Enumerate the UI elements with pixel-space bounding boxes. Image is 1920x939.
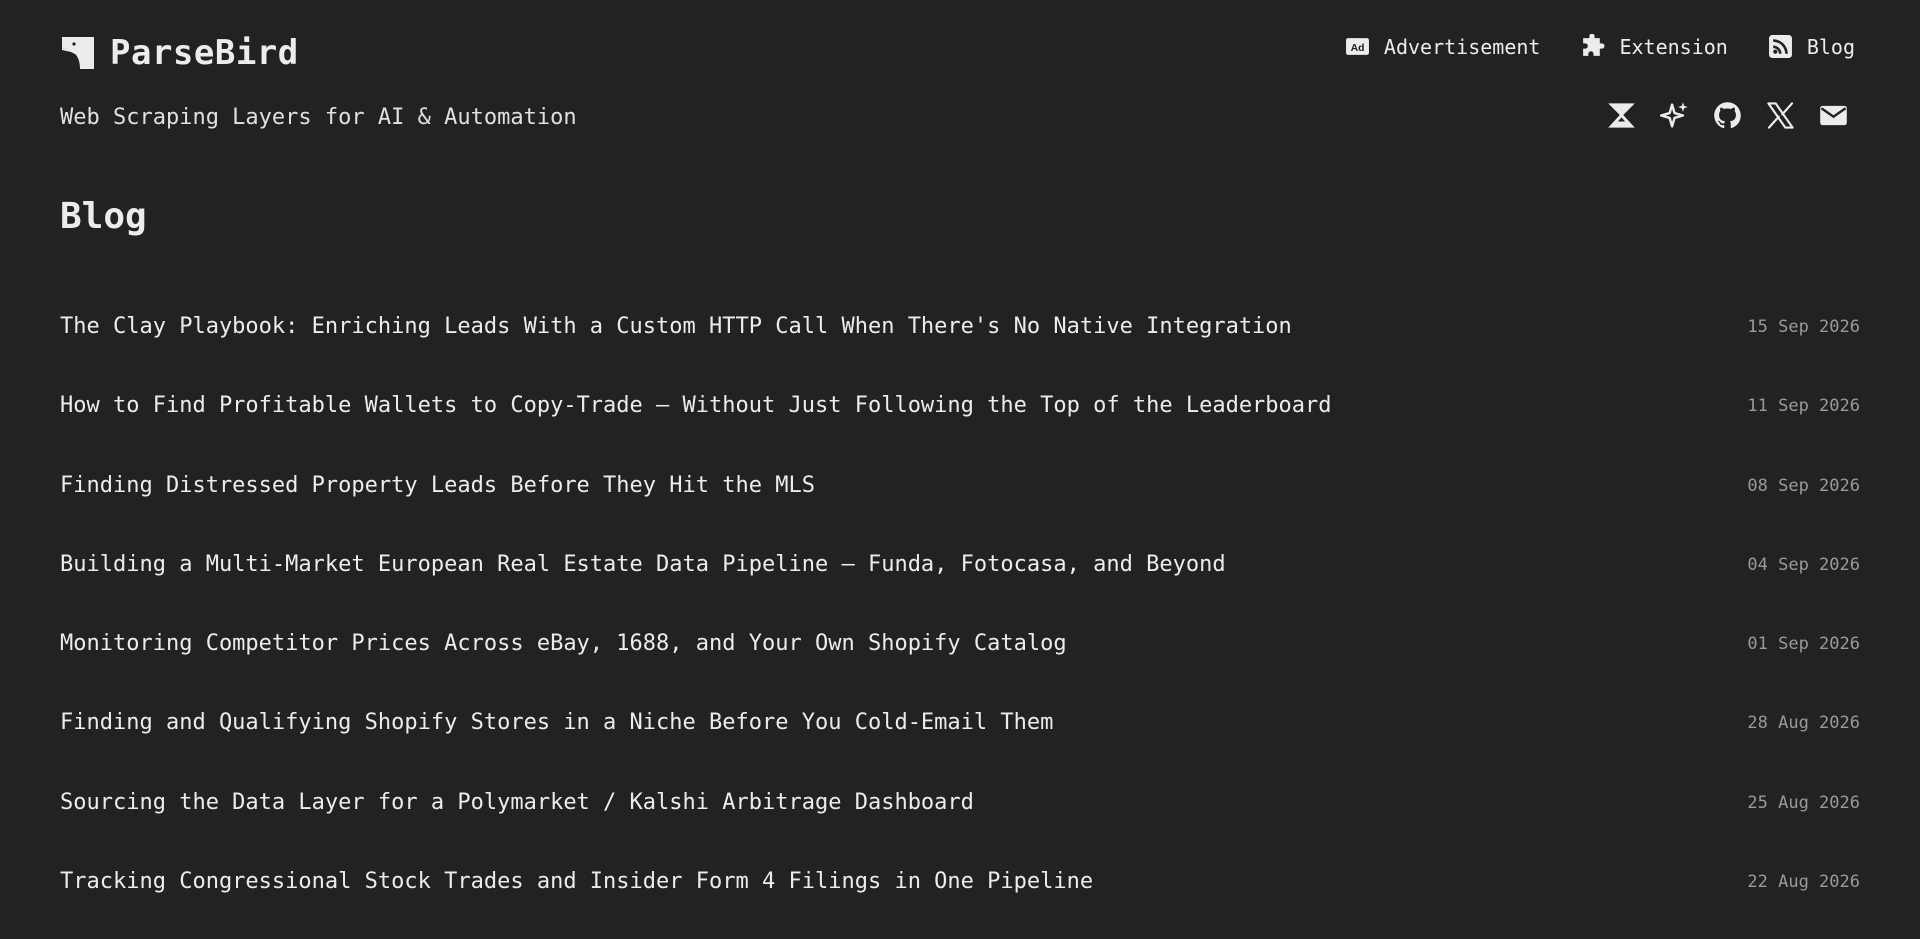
post-date: 15 Sep 2026: [1747, 317, 1860, 337]
email-link[interactable]: [1819, 101, 1848, 130]
post-title-link[interactable]: How to Find Profitable Wallets to Copy-T…: [60, 384, 1332, 428]
page-title: Blog: [60, 196, 147, 237]
list-item: How to Find Profitable Wallets to Copy-T…: [60, 384, 1860, 463]
ad-icon: Ad: [1345, 38, 1369, 55]
list-item: The Clay Playbook: Enriching Leads With …: [60, 305, 1860, 384]
list-item: Building a Multi-Market European Real Es…: [60, 543, 1860, 622]
post-date: 04 Sep 2026: [1747, 554, 1860, 575]
list-item: Monitoring Competitor Prices Across eBay…: [60, 622, 1860, 701]
list-item: Tracking Congressional Stock Trades and …: [60, 860, 1860, 939]
home-link[interactable]: ParseBird: [60, 33, 299, 73]
svg-text:Ad: Ad: [1350, 43, 1364, 54]
rss-icon: [1768, 35, 1792, 58]
post-date: 25 Aug 2026: [1747, 792, 1860, 813]
github-link[interactable]: [1713, 101, 1742, 130]
post-list: The Clay Playbook: Enriching Leads With …: [60, 305, 1860, 939]
post-title-link[interactable]: Monitoring Competitor Prices Across eBay…: [60, 622, 1067, 666]
post-title-link[interactable]: Sourcing the Data Layer for a Polymarket…: [60, 781, 974, 825]
top-nav: Ad Advertisement Extension Blog: [1345, 34, 1855, 59]
x-icon: [1767, 102, 1794, 129]
site-tagline: Web Scraping Layers for AI & Automation: [60, 105, 577, 130]
post-date: 08 Sep 2026: [1747, 475, 1860, 496]
x-link[interactable]: [1766, 101, 1795, 130]
puzzle-icon: [1583, 34, 1605, 56]
apify-icon: [1608, 103, 1635, 128]
site-name: ParseBird: [110, 33, 299, 73]
post-date: 22 Aug 2026: [1747, 872, 1860, 893]
github-icon: [1714, 102, 1741, 129]
post-title-link[interactable]: The Clay Playbook: Enriching Leads With …: [60, 305, 1292, 349]
mail-icon: [1820, 105, 1847, 126]
post-date: 11 Sep 2026: [1747, 396, 1860, 417]
nav-label: Blog: [1806, 34, 1855, 59]
post-title-link[interactable]: Tracking Congressional Stock Trades and …: [60, 860, 1093, 904]
apify-link[interactable]: [1607, 101, 1636, 130]
nav-extension[interactable]: Extension: [1580, 34, 1728, 59]
parsebird-logo-icon: [62, 37, 94, 69]
post-title-link[interactable]: Finding and Qualifying Shopify Stores in…: [60, 701, 1053, 745]
list-item: Finding Distressed Property Leads Before…: [60, 464, 1860, 543]
nav-label: Extension: [1619, 34, 1728, 59]
social-links: [1607, 101, 1848, 130]
sparkle-link[interactable]: [1660, 101, 1689, 130]
nav-blog[interactable]: Blog: [1768, 34, 1855, 59]
nav-label: Advertisement: [1383, 34, 1541, 59]
nav-advertisement[interactable]: Ad Advertisement: [1345, 34, 1541, 59]
post-date: 01 Sep 2026: [1747, 634, 1860, 655]
list-item: Sourcing the Data Layer for a Polymarket…: [60, 781, 1860, 860]
post-title-link[interactable]: Building a Multi-Market European Real Es…: [60, 543, 1226, 587]
sparkle-icon: [1660, 102, 1688, 128]
list-item: Finding and Qualifying Shopify Stores in…: [60, 701, 1860, 780]
post-date: 28 Aug 2026: [1747, 713, 1860, 734]
post-title-link[interactable]: Finding Distressed Property Leads Before…: [60, 464, 815, 508]
page: ParseBird Web Scraping Layers for AI & A…: [0, 0, 1920, 912]
